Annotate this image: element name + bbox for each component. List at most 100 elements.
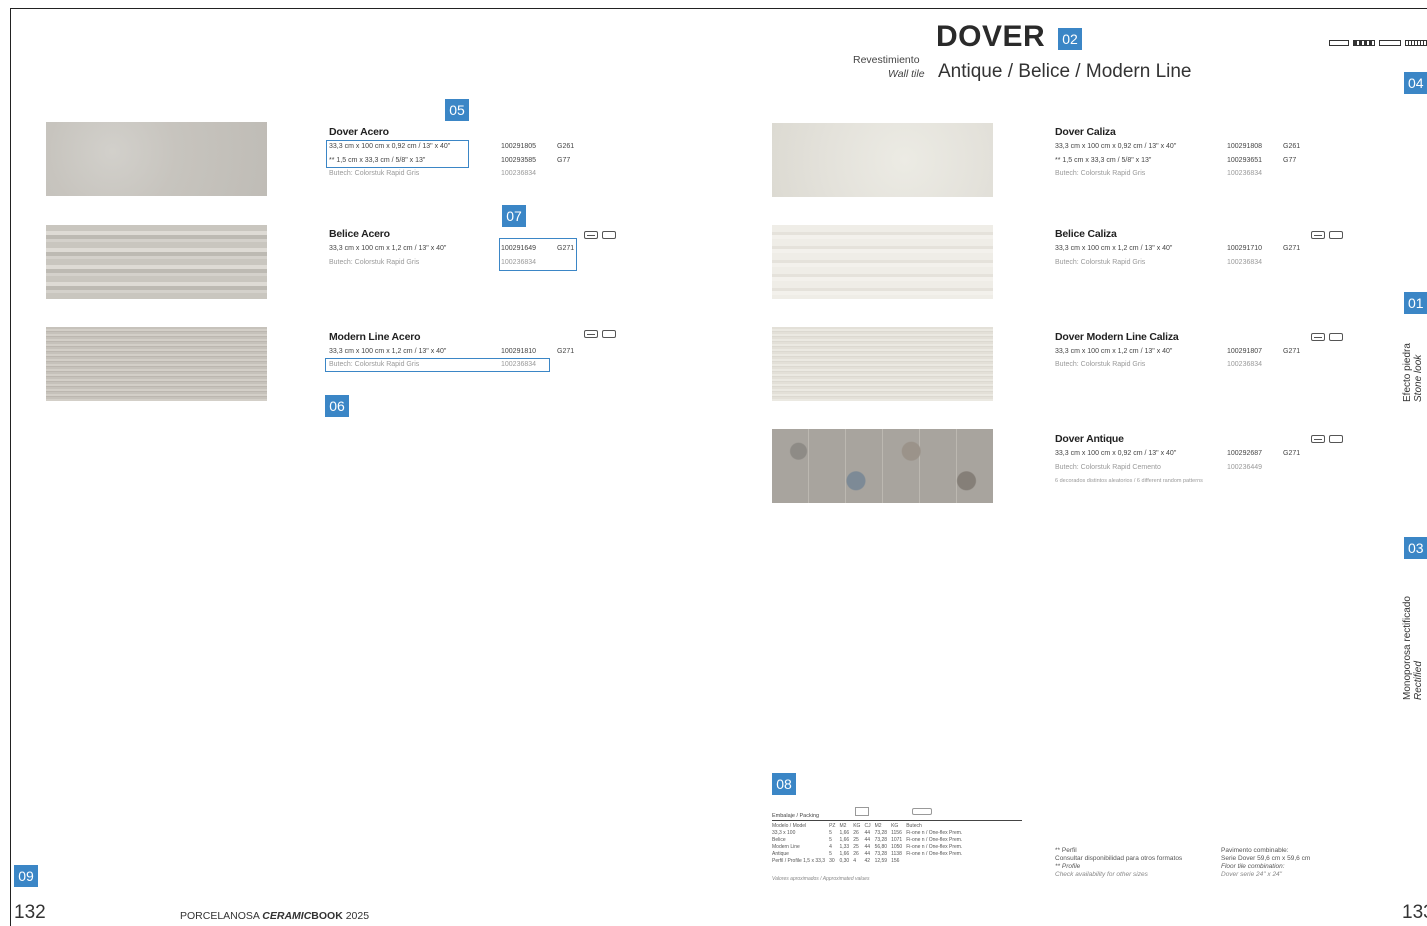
product-code: 100291808	[1227, 143, 1263, 150]
table-row: Perfil / Profile 1,5 x 33,3 30 0,30 4 42 12,5…	[770, 858, 964, 865]
format-icon-3	[1379, 40, 1401, 46]
side-label-03-en: Rectified	[1413, 661, 1424, 700]
cell: 25	[853, 837, 859, 843]
cell: 25	[853, 844, 859, 850]
cell: 5	[829, 830, 832, 836]
product-code: 100293651	[1227, 157, 1263, 164]
footnote-perfil: ** Perfil Consultar disponibilidad para …	[1055, 847, 1182, 879]
brand-name: PORCELANOSA	[180, 910, 260, 922]
cell: 12,59	[874, 858, 888, 864]
product-butech: Butech: Colorstuk Rapid Gris	[1055, 170, 1146, 177]
packing-header: PZ	[829, 823, 836, 829]
product-group: G77	[557, 157, 571, 164]
wall-icon	[1311, 231, 1325, 239]
cell: 30	[829, 858, 835, 864]
bath-icon	[602, 330, 616, 338]
packing-header: Butech	[906, 823, 922, 829]
usage-icons	[1311, 231, 1343, 239]
perfil-text: Consultar disponibilidad para otros form…	[1055, 855, 1183, 862]
cell: Antique	[772, 851, 789, 857]
product-code-butech: 100236834	[501, 361, 537, 368]
series-title: DOVER	[936, 20, 1046, 53]
packing-header: KG	[853, 823, 861, 829]
usage-icons	[584, 231, 616, 239]
footnote-pavimento: Pavimento combinable: Serie Dover 59,6 c…	[1221, 847, 1310, 879]
product-group: G271	[1283, 348, 1301, 355]
cell: 4	[829, 844, 832, 850]
format-icon-2	[1353, 40, 1375, 46]
wall-icon	[584, 330, 598, 338]
tile-dover-caliza	[772, 123, 993, 197]
packing-rule	[772, 820, 1022, 821]
cell: 5	[829, 851, 832, 857]
wall-tile-label: Wall tile	[888, 68, 925, 80]
revestimiento-label: Revestimiento	[853, 54, 920, 66]
cell: 44	[864, 837, 871, 843]
tag-07: 07	[502, 205, 526, 227]
tag-05: 05	[445, 99, 469, 121]
table-row: Modern Line 4 1,33 25 44 56,80 1050 Fi-one n / …	[770, 844, 964, 851]
cell	[904, 858, 964, 865]
page-frame-left	[10, 8, 11, 926]
page-number-left: 132	[14, 902, 46, 923]
product-code: 100291710	[1227, 245, 1263, 252]
brand-book: BOOK	[311, 910, 343, 922]
packing-note: Valores aproximados / Approximated value…	[772, 876, 870, 882]
tag-06: 06	[325, 395, 349, 417]
packing-table: Modelo / Model PZ M2 KG CJ M2 KG Butech …	[770, 823, 964, 865]
format-icon-4	[1405, 40, 1427, 46]
cell: 1071	[891, 837, 903, 843]
cell: 73,28	[874, 851, 888, 857]
product-code-butech: 100236834	[1227, 361, 1263, 368]
product-butech: Butech: Colorstuk Rapid Gris	[329, 259, 420, 266]
cell: 26	[853, 830, 859, 836]
product-code: 100291649	[501, 245, 537, 252]
product-group: G271	[557, 348, 575, 355]
packing-header: M2	[839, 823, 847, 829]
product-name: Belice Acero	[329, 228, 390, 240]
product-spec: 33,3 cm x 100 cm x 0,92 cm / 13" x 40"	[1055, 143, 1177, 150]
product-spec: 33,3 cm x 100 cm x 1,2 cm / 13" x 40"	[329, 348, 447, 355]
product-butech: Butech: Colorstuk Rapid Gris	[329, 170, 420, 177]
callout-box-05	[326, 140, 469, 168]
product-butech: Butech: Colorstuk Rapid Gris	[1055, 259, 1146, 266]
cell: 44	[864, 851, 871, 857]
tile-modern-line-acero	[46, 327, 267, 401]
cell: Fi-one n / One-flex Prem.	[906, 830, 963, 836]
product-name: Dover Modern Line Caliza	[1055, 331, 1179, 343]
tag-01: 01	[1404, 292, 1427, 314]
pav-title: Pavimento combinable:	[1221, 847, 1289, 854]
cell: 4	[853, 858, 856, 864]
cell: Fi-one n / One-flex Prem.	[906, 837, 963, 843]
cell: 0,30	[839, 858, 850, 864]
tile-dover-antique	[772, 429, 993, 503]
table-row: Antique 5 1,66 26 44 73,28 1138 Fi-one n / One-…	[770, 851, 964, 858]
product-group: G261	[1283, 143, 1301, 150]
cell: 44	[864, 844, 871, 850]
product-butech: Butech: Colorstuk Rapid Gris	[1055, 361, 1146, 368]
page-frame-top	[10, 8, 1427, 9]
product-spec-profile: ** 1,5 cm x 33,3 cm / 5/8" x 13"	[1055, 157, 1152, 164]
cell: 1,66	[839, 830, 850, 836]
product-code-butech: 100236834	[501, 170, 537, 177]
tile-belice-caliza	[772, 225, 993, 299]
product-code: 100293585	[501, 157, 537, 164]
product-name: Dover Antique	[1055, 433, 1124, 445]
packing-header-row: Modelo / Model PZ M2 KG CJ M2 KG Butech	[770, 823, 964, 830]
cell: 1,66	[839, 851, 850, 857]
cell: 33,3 x 100	[772, 830, 796, 836]
callout-box-07	[499, 238, 577, 271]
usage-icons	[1311, 333, 1343, 341]
tile-dover-acero	[46, 122, 267, 196]
product-spec: 33,3 cm x 100 cm x 1,2 cm / 13" x 40"	[1055, 245, 1173, 252]
brand-ceramic: CERAMIC	[262, 910, 312, 922]
side-label-01-en: Stone look	[1413, 354, 1424, 402]
product-code-butech: 100236449	[1227, 464, 1263, 471]
packing-header: M2	[874, 823, 882, 829]
profile-title: ** Profile	[1055, 863, 1081, 870]
tile-belice-acero	[46, 225, 267, 299]
brand-year: 2025	[345, 910, 370, 922]
product-code: 100291810	[501, 348, 537, 355]
product-group: G271	[1283, 245, 1301, 252]
product-group: G261	[557, 143, 575, 150]
